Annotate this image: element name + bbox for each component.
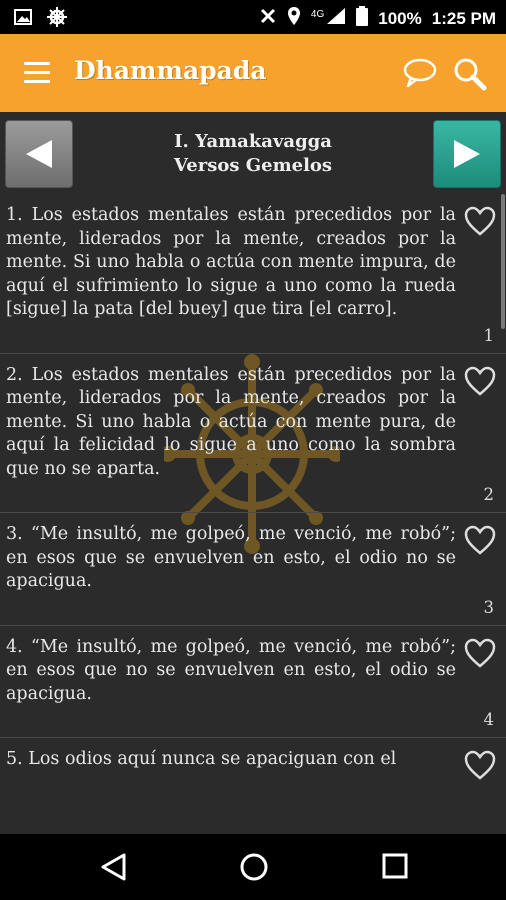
back-icon[interactable] <box>100 852 128 886</box>
verse-number: 4 <box>483 710 495 729</box>
verse-number: 3 <box>483 597 495 617</box>
battery-icon <box>356 6 369 31</box>
verse-item[interactable]: 4. “Me insultó, me golpeó, me venció, me… <box>0 626 506 738</box>
heart-icon[interactable] <box>464 525 496 559</box>
dharma-wheel-icon <box>46 6 68 33</box>
verse-item[interactable]: 1. Los estados mentales están precedidos… <box>0 194 506 354</box>
location-icon <box>287 6 301 31</box>
chapter-subtitle: Versos Gemelos <box>173 155 333 176</box>
heart-icon[interactable] <box>464 638 496 672</box>
chat-icon[interactable] <box>402 58 438 92</box>
chapter-title: I. Yamakavagga <box>174 131 332 152</box>
status-bar: 4G 100% 1:25 PM <box>0 0 506 34</box>
signal-icon <box>326 7 346 30</box>
app-title: Dhammapada <box>74 56 267 85</box>
arrow-right-icon <box>454 140 480 168</box>
verse-text: 5. Los odios aquí nunca se apaciguan con… <box>6 749 397 769</box>
arrow-left-icon <box>26 140 52 168</box>
verse-text: 1. Los estados mentales están precedidos… <box>6 205 456 319</box>
chapter-header: I. Yamakavagga Versos Gemelos <box>0 112 506 194</box>
verse-number: 1 <box>483 325 495 345</box>
verse-item[interactable]: 2. Los estados mentales están precedidos… <box>0 354 506 513</box>
heart-icon[interactable] <box>464 750 496 784</box>
mute-icon <box>259 7 277 30</box>
verse-item[interactable]: 3. “Me insultó, me golpeó, me venció, me… <box>0 513 506 626</box>
recents-icon[interactable] <box>381 852 409 884</box>
clock: 1:25 PM <box>431 8 496 28</box>
search-icon[interactable] <box>452 56 488 96</box>
next-chapter-button[interactable] <box>433 120 501 188</box>
system-nav-bar <box>0 834 506 900</box>
verse-number: 2 <box>483 485 495 504</box>
verse-text: 3. “Me insultó, me golpeó, me venció, me… <box>6 524 456 591</box>
home-icon[interactable] <box>239 852 269 886</box>
image-icon <box>14 8 32 31</box>
network-type: 4G <box>310 9 325 20</box>
verse-list[interactable]: 1. Los estados mentales están precedidos… <box>0 194 506 834</box>
verse-item[interactable]: 5. Los odios aquí nunca se apaciguan con… <box>0 738 506 780</box>
menu-icon[interactable] <box>24 62 50 84</box>
verse-text: 2. Los estados mentales están precedidos… <box>6 364 456 479</box>
chapter-title-block: I. Yamakavagga Versos Gemelos <box>90 130 416 178</box>
heart-icon[interactable] <box>464 206 496 240</box>
battery-percent: 100% <box>378 8 422 28</box>
verse-text: 4. “Me insultó, me golpeó, me venció, me… <box>6 636 456 704</box>
previous-chapter-button[interactable] <box>5 120 73 188</box>
app-bar: Dhammapada <box>0 34 506 112</box>
heart-icon[interactable] <box>464 366 496 400</box>
